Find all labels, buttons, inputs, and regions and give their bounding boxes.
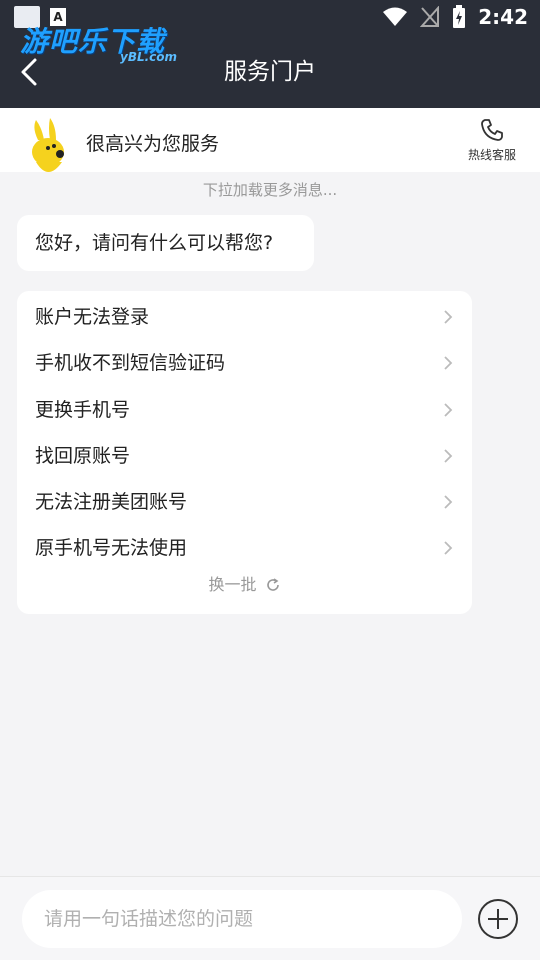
- menu-item[interactable]: 账户无法登录: [17, 294, 472, 340]
- question-input[interactable]: [22, 890, 462, 948]
- menu-item-label: 找回原账号: [35, 445, 131, 467]
- chevron-right-icon: [444, 403, 453, 417]
- menu-item-label: 无法注册美团账号: [35, 491, 188, 513]
- chevron-right-icon: [444, 449, 453, 463]
- signal-off-icon: [420, 6, 440, 27]
- watermark-subtext: yBL.com: [120, 50, 178, 64]
- load-more-hint: 下拉加载更多消息...: [202, 181, 338, 199]
- phone-icon: [481, 119, 503, 141]
- menu-item[interactable]: 原手机号无法使用: [17, 525, 472, 571]
- battery-charging-icon: [453, 5, 466, 28]
- status-right: 2:42: [382, 5, 528, 29]
- refresh-label: 换一批: [208, 575, 257, 594]
- menu-item-label: 账户无法登录: [35, 306, 150, 328]
- greeting-text: 很高兴为您服务: [86, 133, 220, 155]
- menu-item-label: 手机收不到短信验证码: [35, 352, 226, 374]
- status-time: 2:42: [478, 5, 528, 29]
- menu-item-label: 更换手机号: [35, 399, 131, 421]
- refresh-batch-button[interactable]: 换一批: [17, 571, 472, 595]
- bot-message-bubble: 您好，请问有什么可以帮您?: [17, 215, 314, 271]
- mascot-icon: [32, 118, 64, 172]
- chevron-right-icon: [444, 541, 453, 555]
- composer-bar: [0, 876, 540, 960]
- menu-item[interactable]: 手机收不到短信验证码: [17, 340, 472, 386]
- service-banner: 很高兴为您服务 热线客服: [0, 108, 540, 172]
- chevron-right-icon: [444, 310, 453, 324]
- refresh-icon: [266, 578, 279, 591]
- hotline-button[interactable]: 热线客服: [452, 118, 532, 168]
- menu-item-label: 原手机号无法使用: [35, 537, 188, 559]
- plus-circle-icon[interactable]: [477, 898, 519, 940]
- chevron-right-icon: [444, 356, 453, 370]
- menu-item[interactable]: 更换手机号: [17, 387, 472, 433]
- top-area: A 2:42 服务门户 游吧乐下载 yBL.com: [0, 0, 540, 108]
- hotline-label: 热线客服: [467, 148, 516, 162]
- watermark-logo: 游吧乐下载 yBL.com: [20, 20, 190, 66]
- chevron-right-icon: [444, 495, 453, 509]
- menu-item[interactable]: 无法注册美团账号: [17, 479, 472, 525]
- question-menu-card: 账户无法登录 手机收不到短信验证码 更换手机号 找回原账号 无法注册美团账号 原…: [17, 291, 472, 614]
- menu-item[interactable]: 找回原账号: [17, 433, 472, 479]
- wifi-icon: [383, 7, 408, 26]
